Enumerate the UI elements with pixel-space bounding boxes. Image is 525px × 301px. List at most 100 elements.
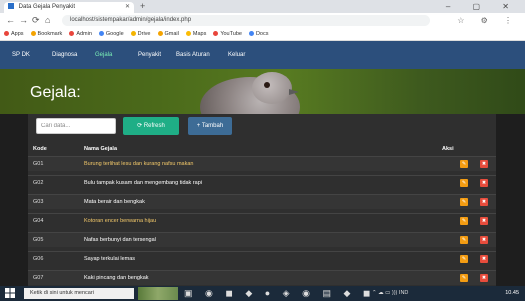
nav-item[interactable]: Diagnosa — [52, 41, 77, 69]
table-row: G05 Nafas berbunyi dan tersengal ✎ ✖ — [28, 232, 496, 247]
forward-icon[interactable]: → — [19, 14, 28, 27]
browser-tab[interactable]: Data Gejala Penyakit ✕ — [4, 2, 134, 13]
cell-code: G01 — [33, 161, 44, 167]
cell-name: Bulu tampak kusam dan mengembang tidak r… — [84, 180, 203, 186]
close-tab-icon[interactable]: ✕ — [125, 2, 130, 13]
bookmark-icon — [213, 30, 219, 36]
header-action: Aksi — [442, 146, 454, 152]
bookmark-icon — [30, 30, 36, 36]
bookmark-item[interactable]: Google — [98, 28, 124, 40]
cell-code: G07 — [33, 275, 44, 281]
edit-icon[interactable]: ✎ — [460, 160, 468, 168]
bookmark-item[interactable]: Admin — [69, 28, 92, 40]
cell-name: Kotoran encer berwarna hijau — [84, 218, 157, 224]
delete-icon[interactable]: ✖ — [480, 255, 488, 263]
nav-item[interactable]: SP DK — [12, 41, 30, 69]
bookmark-icon — [69, 30, 75, 36]
table-row: G02 Bulu tampak kusam dan mengembang tida… — [28, 175, 496, 190]
reload-icon[interactable]: ⟳ — [32, 14, 40, 27]
cell-code: G04 — [33, 218, 44, 224]
address-bar-row: ← → ⟳ ⌂ localhost/sistempakar/admin/geja… — [0, 13, 525, 28]
favicon-icon — [8, 3, 14, 9]
bookmark-icon — [157, 30, 163, 36]
edit-icon[interactable]: ✎ — [460, 236, 468, 244]
bookmarks-bar: Apps Bookmark Admin Google Drive Gmail Maps You… — [0, 28, 525, 41]
edit-icon[interactable]: ✎ — [460, 255, 468, 263]
cell-name: Burung terlihat lesu dan kurang nafsu ma… — [84, 161, 194, 167]
bookmark-icon — [185, 30, 191, 36]
bird-head — [252, 72, 292, 104]
delete-icon[interactable]: ✖ — [480, 160, 488, 168]
add-button[interactable]: + Tambah — [188, 117, 232, 135]
edit-icon[interactable]: ✎ — [460, 274, 468, 282]
cell-code: G06 — [33, 256, 44, 262]
delete-icon[interactable]: ✖ — [480, 236, 488, 244]
table-row: G01 Burung terlihat lesu dan kurang nafsu… — [28, 156, 496, 171]
app-navbar: SP DK Diagnosa Gejala Penyakit Basis Aturan K… — [0, 41, 525, 69]
bookmark-item[interactable]: Docs — [248, 28, 269, 40]
search-input[interactable] — [36, 118, 116, 134]
refresh-button[interactable]: ⟳ Refresh — [123, 117, 179, 135]
edit-icon[interactable]: ✎ — [460, 217, 468, 225]
nav-item[interactable]: Penyakit — [138, 41, 161, 69]
home-icon[interactable]: ⌂ — [45, 14, 50, 27]
edit-icon[interactable]: ✎ — [460, 198, 468, 206]
bookmark-label: Gmail — [164, 31, 179, 37]
system-tray[interactable]: ⌃ ☁ ▭ ))) IND — [372, 286, 408, 301]
cell-name: Mata berair dan bengkak — [84, 199, 145, 205]
bookmark-item[interactable]: YouTube — [213, 28, 242, 40]
edit-icon[interactable]: ✎ — [460, 179, 468, 187]
new-tab-button[interactable]: + — [140, 1, 145, 12]
page-title: Gejala: — [30, 84, 81, 101]
header-code: Kode — [33, 146, 47, 152]
delete-icon[interactable]: ✖ — [480, 179, 488, 187]
bookmark-label: Drive — [137, 31, 151, 37]
bookmark-label: Bookmark — [37, 31, 63, 37]
bookmark-item[interactable]: Bookmark — [30, 28, 63, 40]
bookmark-icon — [98, 30, 104, 36]
cell-code: G03 — [33, 199, 44, 205]
bookmark-item[interactable]: Gmail — [157, 28, 179, 40]
clock[interactable]: 10.45 — [505, 286, 519, 301]
bookmark-item[interactable]: Maps — [185, 28, 207, 40]
url-field[interactable]: localhost/sistempakar/admin/gejala/index… — [62, 15, 430, 26]
taskbar-widget-thumbnail[interactable] — [138, 287, 178, 300]
taskbar-search[interactable]: Ketik di sini untuk mencari — [24, 288, 134, 299]
bookmark-item[interactable]: Apps — [4, 28, 24, 40]
back-icon[interactable]: ← — [6, 14, 15, 27]
bird-eye — [264, 82, 270, 88]
taskbar-app-icons[interactable]: ▣ ◉ ◼ ◆ ● ◈ ◉ ▤ ◆ ◼ — [184, 287, 375, 300]
nav-item[interactable]: Basis Aturan — [176, 41, 210, 69]
bookmark-label: Google — [105, 31, 124, 37]
bookmark-label: Maps — [192, 31, 207, 37]
delete-icon[interactable]: ✖ — [480, 198, 488, 206]
delete-icon[interactable]: ✖ — [480, 217, 488, 225]
nav-item[interactable]: Gejala — [95, 41, 112, 69]
tab-title: Data Gejala Penyakit — [18, 4, 76, 10]
table-row: G06 Sayap terkulai lemas ✎ ✖ — [28, 251, 496, 266]
bookmark-label: Apps — [11, 31, 24, 37]
bookmark-icon — [4, 30, 9, 36]
os-taskbar: Ketik di sini untuk mencari ▣ ◉ ◼ ◆ ● ◈ … — [0, 286, 525, 301]
browser-tab-strip: Data Gejala Penyakit ✕ + – ▢ ✕ — [0, 0, 525, 13]
bookmark-icon — [248, 30, 254, 36]
bookmark-label: Docs — [255, 31, 269, 37]
table-header: Kode Nama Gejala Aksi — [28, 142, 496, 156]
cell-name: Nafas berbunyi dan tersengal — [84, 237, 156, 243]
table-row: G03 Mata berair dan bengkak ✎ ✖ — [28, 194, 496, 209]
bookmark-item[interactable]: Drive — [130, 28, 151, 40]
table-row: G04 Kotoran encer berwarna hijau ✎ ✖ — [28, 213, 496, 228]
bird-beak — [289, 89, 299, 95]
windows-start-icon[interactable] — [5, 288, 15, 298]
delete-icon[interactable]: ✖ — [480, 274, 488, 282]
cell-name: Kaki pincang dan bengkak — [84, 275, 149, 281]
window-controls[interactable]: – ▢ ✕ — [446, 1, 519, 12]
bookmark-icon — [130, 30, 136, 36]
cell-code: G02 — [33, 180, 44, 186]
cell-code: G05 — [33, 237, 44, 243]
header-name: Nama Gejala — [84, 146, 118, 152]
browser-action-icons[interactable]: ☆ ⚙ ⋮ — [457, 14, 519, 27]
bookmark-label: YouTube — [220, 31, 242, 37]
nav-item[interactable]: Keluar — [228, 41, 245, 69]
bookmark-label: Admin — [76, 31, 92, 37]
